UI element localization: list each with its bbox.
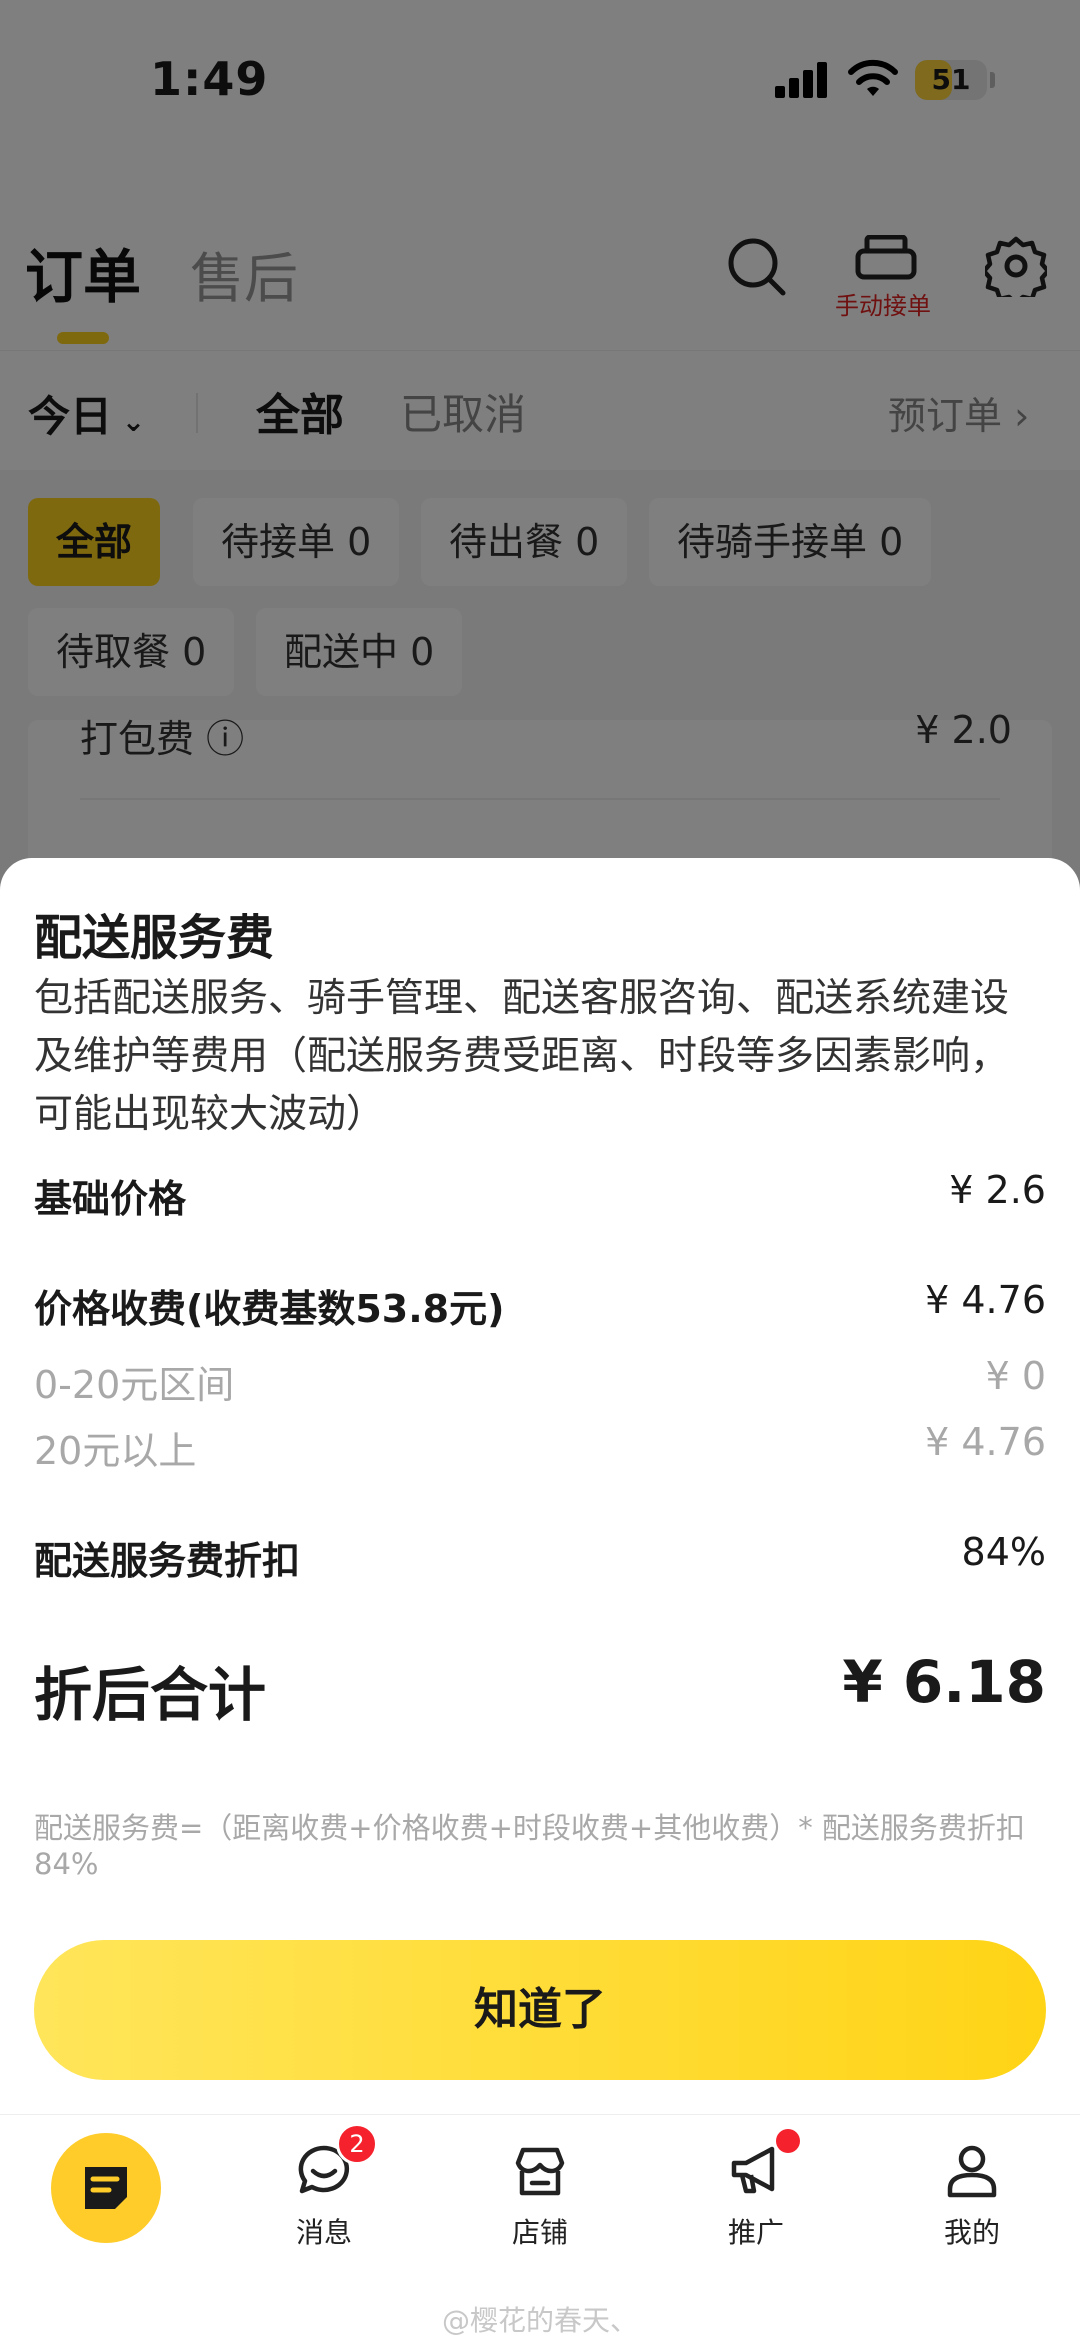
tab-label: 我的 [943, 2216, 1000, 2249]
tier-value: ¥ 0 [985, 1354, 1046, 1398]
sheet-description: 包括配送服务、骑手管理、配送客服咨询、配送系统建设及维护等费用（配送服务费受距离… [34, 976, 1010, 1137]
tier-label: 0-20元区间 [34, 1363, 235, 1407]
price-fee-label: 价格收费(收费基数53.8元) [34, 1287, 505, 1331]
delivery-fee-sheet: 配送服务费 包括配送服务、骑手管理、配送客服咨询、配送系统建设及维护等费用（配送… [0, 858, 1080, 2120]
store-icon [515, 2147, 565, 2196]
total-label: 折后合计 [34, 1661, 267, 1729]
tab-orders-home[interactable] [0, 2115, 216, 2255]
tab-store[interactable]: 店铺 [432, 2115, 648, 2255]
total-value: ¥ 6.18 [842, 1648, 1046, 1716]
watermark: @樱花的春天、 [441, 2304, 638, 2337]
megaphone-icon [731, 2146, 775, 2194]
message-badge: 2 [336, 2123, 378, 2165]
base-price-value: ¥ 2.6 [949, 1168, 1046, 1212]
notification-dot [776, 2129, 800, 2153]
discount-value: 84% [961, 1530, 1046, 1574]
tab-label: 店铺 [511, 2216, 568, 2249]
discount-label: 配送服务费折扣 [34, 1539, 301, 1583]
sheet-title: 配送服务费 [34, 910, 275, 966]
fee-formula: 配送服务费=（距离收费+价格收费+时段收费+其他收费）* 配送服务费折扣 84% [34, 1811, 1025, 1881]
tab-profile[interactable]: 我的 [864, 2115, 1080, 2255]
tab-label: 消息 [295, 2216, 352, 2249]
got-it-button[interactable]: 知道了 [34, 1940, 1046, 2080]
base-price-label: 基础价格 [34, 1177, 187, 1221]
price-fee-value: ¥ 4.76 [925, 1278, 1046, 1322]
tier-value: ¥ 4.76 [925, 1420, 1046, 1464]
tab-messages[interactable]: 2 消息 [216, 2115, 432, 2255]
tab-label: 推广 [727, 2216, 784, 2249]
order-note-icon [85, 2167, 127, 2209]
bottom-tab-bar: 2 消息 店铺 推广 我的 @樱花的春天、 [0, 2114, 1080, 2341]
tab-promotion[interactable]: 推广 [648, 2115, 864, 2255]
person-icon [947, 2145, 997, 2198]
tier-label: 20元以上 [34, 1429, 197, 1473]
